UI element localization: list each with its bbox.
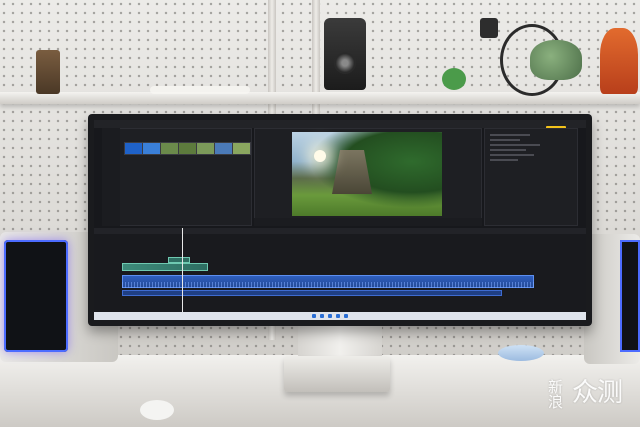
mouse bbox=[498, 345, 544, 361]
inspector-row bbox=[490, 144, 540, 146]
taskbar-icon[interactable] bbox=[320, 314, 324, 318]
media-thumbnail[interactable] bbox=[214, 142, 233, 155]
media-thumbnail[interactable] bbox=[160, 142, 179, 155]
timeline-ruler[interactable] bbox=[94, 228, 586, 234]
inspector-row bbox=[490, 139, 520, 141]
inspector-row bbox=[490, 149, 526, 151]
media-pool-sidebar bbox=[102, 128, 120, 226]
monitor-screen bbox=[94, 120, 586, 320]
os-taskbar bbox=[94, 312, 586, 320]
watermark-right: 众测 bbox=[572, 378, 623, 408]
taskbar-icon[interactable] bbox=[344, 314, 348, 318]
taskbar-icon[interactable] bbox=[336, 314, 340, 318]
shelf-light bbox=[150, 86, 250, 94]
inspector-row bbox=[490, 134, 530, 136]
right-speaker-grille bbox=[620, 240, 640, 352]
menu-bar bbox=[94, 120, 586, 128]
plant-pot bbox=[530, 40, 582, 80]
inspector-row bbox=[490, 159, 518, 161]
monitor-neck bbox=[298, 326, 382, 360]
orange-figurine bbox=[600, 28, 638, 94]
camera-lens bbox=[334, 52, 356, 74]
media-thumbnail[interactable] bbox=[124, 142, 143, 155]
inspector-panel bbox=[484, 128, 578, 226]
taskbar-icon[interactable] bbox=[312, 314, 316, 318]
video-clip[interactable] bbox=[122, 263, 208, 271]
media-thumbnail[interactable] bbox=[196, 142, 215, 155]
playhead-icon[interactable] bbox=[182, 228, 183, 312]
left-speaker-grille bbox=[4, 240, 68, 352]
audio-clip-lower[interactable] bbox=[122, 290, 502, 296]
viewer-controls[interactable] bbox=[254, 218, 482, 226]
desk-puck bbox=[140, 400, 174, 420]
viewer-sun bbox=[314, 150, 326, 162]
media-thumbnail[interactable] bbox=[232, 142, 251, 155]
green-figurine bbox=[442, 68, 466, 90]
small-box bbox=[480, 18, 498, 38]
media-thumbnail[interactable] bbox=[178, 142, 197, 155]
monitor-foot bbox=[284, 356, 390, 392]
watermark-left: 新浪 bbox=[548, 378, 564, 411]
media-thumbnail[interactable] bbox=[142, 142, 161, 155]
shelf bbox=[0, 92, 640, 104]
audio-waveform bbox=[122, 282, 534, 288]
taskbar-icon[interactable] bbox=[328, 314, 332, 318]
shelf-figurine bbox=[36, 50, 60, 94]
inspector-row bbox=[490, 154, 534, 156]
